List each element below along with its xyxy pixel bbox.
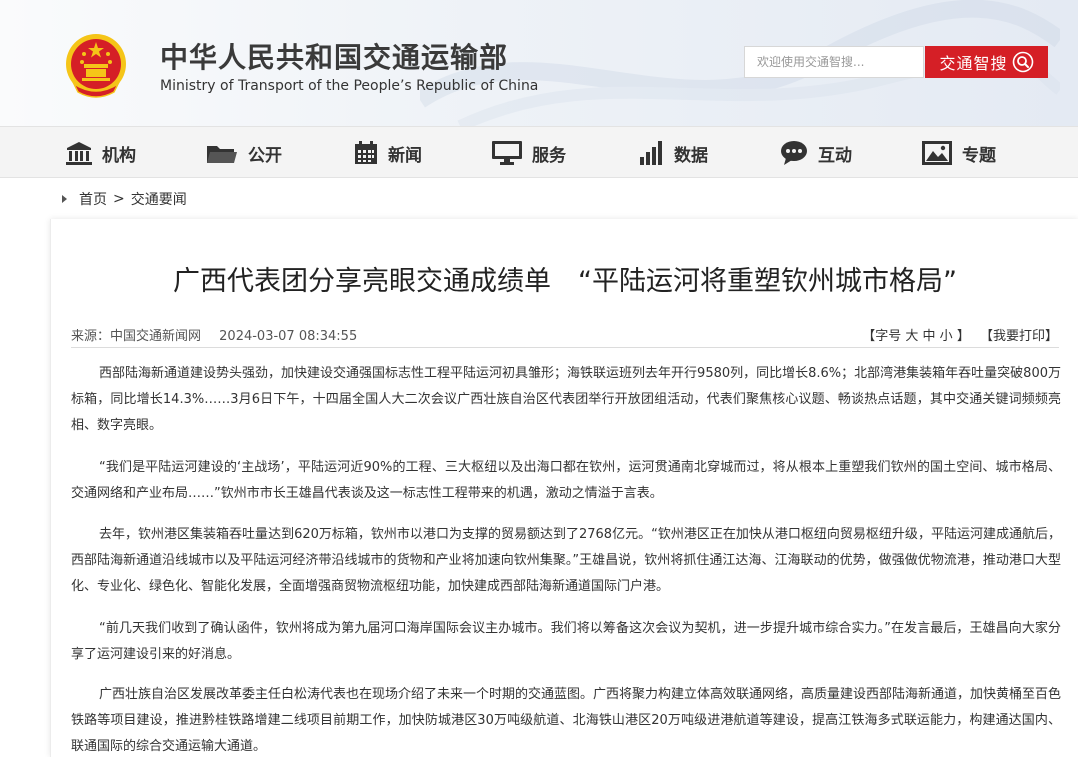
nav-item-data[interactable]: 数据 (638, 127, 708, 179)
nav-item-news[interactable]: 新闻 (354, 127, 422, 179)
font-size-medium[interactable]: 中 (923, 329, 936, 344)
breadcrumb-current[interactable]: 交通要闻 (131, 189, 187, 209)
picture-icon (922, 141, 952, 165)
meta-divider (71, 347, 1059, 348)
breadcrumb: 首页 > 交通要闻 (62, 189, 187, 209)
nav-label: 互动 (818, 145, 852, 166)
search-button-label: 交通智搜 (939, 54, 1008, 73)
article-panel: 广西代表团分享亮眼交通成绩单 “平陆运河将重塑钦州城市格局” 来源：中国交通新闻… (50, 219, 1078, 757)
calendar-icon (355, 141, 377, 164)
font-size-large[interactable]: 大 (905, 329, 918, 344)
folder-icon (207, 146, 237, 163)
site-name-cn[interactable]: 中华人民共和国交通运输部 (160, 36, 508, 76)
font-size-small[interactable]: 小 (940, 329, 953, 344)
nav-label: 公开 (248, 145, 282, 166)
article-source: 来源：中国交通新闻网 (71, 329, 202, 344)
national-emblem-icon (66, 34, 126, 98)
site-name-en[interactable]: Ministry of Transport of the People’s Re… (160, 78, 538, 94)
site-header: 中华人民共和国交通运输部 Ministry of Transport of th… (0, 0, 1078, 126)
nav-item-institutions[interactable]: 机构 (66, 127, 136, 179)
article-paragraph: “前几天我们收到了确认函件，钦州将成为第九届河口海岸国际会议主办城市。我们将以筹… (71, 621, 1061, 662)
monitor-icon (492, 141, 522, 165)
font-size-suffix: 】 (956, 329, 970, 344)
nav-item-services[interactable]: 服务 (492, 127, 566, 179)
nav-item-topics[interactable]: 专题 (922, 127, 996, 179)
article-meta: 来源：中国交通新闻网 2024-03-07 08:34:55 (71, 325, 357, 344)
search-input[interactable]: 欢迎使用交通智搜... (744, 46, 924, 78)
building-icon (66, 142, 92, 165)
nav-item-public[interactable]: 公开 (206, 127, 282, 179)
search-icon (1012, 51, 1033, 73)
article-datetime: 2024-03-07 08:34:55 (219, 329, 358, 344)
font-size-prefix: 【字号 (862, 329, 902, 344)
nav-label: 专题 (962, 145, 996, 166)
breadcrumb-arrow-icon (62, 195, 67, 203)
article-paragraph: 西部陆海新通道建设势头强劲，加快建设交通强国标志性工程平陆运河初具雏形；海铁联运… (71, 366, 1061, 433)
nav-label: 数据 (674, 145, 708, 166)
main-nav: 机构 公开 新闻 服务 数据 互动 专题 (0, 126, 1078, 178)
nav-label: 新闻 (388, 145, 422, 166)
article-paragraph: 去年，钦州港区集装箱吞吐量达到620万标箱，钦州市以港口为支撑的贸易额达到了27… (71, 527, 1061, 594)
article-paragraph: “我们是平陆运河建设的‘主战场’，平陆运河近90%的工程、三大枢纽以及出海口都在… (71, 460, 1061, 501)
breadcrumb-home[interactable]: 首页 (79, 189, 107, 209)
article-paragraph: 广西壮族自治区发展改革委主任白松涛代表也在现场介绍了未来一个时期的交通蓝图。广西… (71, 687, 1062, 754)
breadcrumb-separator: > (113, 191, 125, 207)
chat-icon (781, 141, 807, 165)
print-link[interactable]: 【我要打印】 (980, 329, 1058, 344)
nav-label: 机构 (102, 145, 136, 166)
article-title: 广西代表团分享亮眼交通成绩单 “平陆运河将重塑钦州城市格局” (173, 266, 957, 297)
nav-item-interaction[interactable]: 互动 (780, 127, 852, 179)
bar-chart-icon (640, 141, 662, 165)
search-button[interactable]: 交通智搜 (925, 46, 1048, 78)
nav-label: 服务 (532, 145, 566, 166)
article-tools: 【字号 大 中 小 】 【我要打印】 (862, 325, 1058, 344)
